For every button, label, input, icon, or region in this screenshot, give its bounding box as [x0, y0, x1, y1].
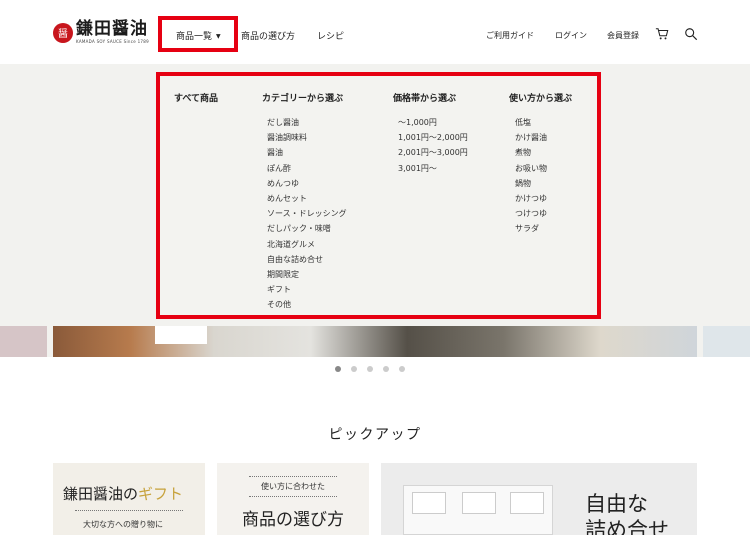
menu-category-list: だし醤油 醤油調味料 醤油 ぽん酢 めんつゆ めんセット ソース・ドレッシング … — [267, 115, 347, 313]
menu-price-item[interactable]: 2,001円〜3,000円 — [398, 145, 468, 160]
brand-subtitle: KAMADA SOY SAUCE Since 1789 — [76, 39, 149, 44]
carousel-dots — [335, 366, 405, 372]
menu-usage-item[interactable]: つけつゆ — [515, 206, 547, 221]
products-mega-menu: すべて商品 カテゴリーから選ぶ だし醤油 醤油調味料 醤油 ぽん酢 めんつゆ め… — [156, 72, 601, 319]
carousel-dot-5[interactable] — [399, 366, 405, 372]
hero-caption-card — [155, 326, 207, 344]
carousel-dot-3[interactable] — [367, 366, 373, 372]
menu-category-item[interactable]: 期間限定 — [267, 267, 347, 282]
pickup-gift-card[interactable]: 鎌田醤油のギフト 大切な方への贈り物に — [53, 463, 205, 535]
divider — [249, 476, 337, 477]
product-package — [412, 492, 446, 514]
menu-usage-item[interactable]: お吸い物 — [515, 161, 547, 176]
hero-prev-slide-image[interactable] — [0, 326, 47, 357]
cart-icon[interactable] — [655, 27, 669, 41]
select-card-kicker: 使い方に合わせた — [261, 482, 325, 491]
menu-category-item[interactable]: その他 — [267, 297, 347, 312]
menu-usage-item[interactable]: サラダ — [515, 221, 547, 236]
site-header: 醤 鎌田醤油 KAMADA SOY SAUCE Since 1789 商品一覧 ▼… — [0, 0, 750, 64]
nav-register[interactable]: 会員登録 — [607, 30, 639, 41]
gift-box-image — [403, 485, 553, 535]
menu-category-item[interactable]: 北海道グルメ — [267, 237, 347, 252]
gift-title: 鎌田醤油のギフト — [63, 483, 183, 504]
nav-select[interactable]: 商品の選び方 — [241, 29, 295, 42]
nav-guide[interactable]: ご利用ガイド — [486, 30, 534, 41]
menu-category-heading: カテゴリーから選ぶ — [262, 94, 344, 104]
menu-category-item[interactable]: ぽん酢 — [267, 161, 347, 176]
pickup-assortment-card[interactable]: 自由な 詰め合せ — [381, 463, 697, 535]
menu-category-item[interactable]: だしパック・味噌 — [267, 221, 347, 236]
chevron-down-icon: ▼ — [216, 33, 221, 40]
pickup-select-card[interactable]: 使い方に合わせた 商品の選び方 — [217, 463, 369, 535]
gift-title-accent: ギフト — [138, 485, 184, 503]
menu-usage-item[interactable]: かけつゆ — [515, 191, 547, 206]
divider — [75, 510, 183, 511]
brand-mark-icon: 醤 — [53, 22, 73, 43]
menu-usage-item[interactable]: 低塩 — [515, 115, 547, 130]
nav-products-label: 商品一覧 — [176, 32, 213, 42]
assortment-title-line2: 詰め合せ — [585, 518, 669, 535]
search-icon[interactable] — [684, 27, 698, 41]
menu-all-products[interactable]: すべて商品 — [174, 91, 218, 104]
menu-category-item[interactable]: ギフト — [267, 282, 347, 297]
menu-price-heading: 価格帯から選ぶ — [393, 94, 457, 104]
menu-category-item[interactable]: 自由な詰め合せ — [267, 252, 347, 267]
menu-price-item[interactable]: 3,001円〜 — [398, 161, 468, 176]
menu-category-item[interactable]: めんセット — [267, 191, 347, 206]
menu-category-item[interactable]: だし醤油 — [267, 115, 347, 130]
brand-name: 鎌田醤油 — [76, 19, 148, 39]
carousel-dot-4[interactable] — [383, 366, 389, 372]
nav-recipe[interactable]: レシピ — [317, 29, 344, 42]
menu-price-item[interactable]: 〜1,000円 — [398, 115, 468, 130]
menu-usage-item[interactable]: 煮物 — [515, 145, 547, 160]
assortment-title: 自由な 詰め合せ — [585, 491, 669, 535]
hero-slide-image[interactable] — [53, 326, 697, 357]
assortment-title-line1: 自由な — [585, 492, 648, 516]
carousel-dot-1[interactable] — [335, 366, 341, 372]
menu-usage-item[interactable]: 鍋物 — [515, 176, 547, 191]
menu-usage-item[interactable]: かけ醤油 — [515, 130, 547, 145]
select-card-title: 商品の選び方 — [242, 510, 344, 530]
nav-login[interactable]: ログイン — [555, 30, 587, 41]
menu-usage-heading: 使い方から選ぶ — [509, 94, 573, 104]
brand-logo[interactable]: 醤 鎌田醤油 KAMADA SOY SAUCE Since 1789 — [53, 21, 149, 44]
gift-subtitle: 大切な方への贈り物に — [83, 520, 163, 529]
menu-price-list: 〜1,000円 1,001円〜2,000円 2,001円〜3,000円 3,00… — [398, 115, 468, 176]
pickup-heading: ピックアップ — [328, 427, 422, 443]
carousel-dot-2[interactable] — [351, 366, 357, 372]
menu-category-item[interactable]: ソース・ドレッシング — [267, 206, 347, 221]
gift-title-main: 鎌田醤油の — [63, 485, 139, 503]
menu-price-item[interactable]: 1,001円〜2,000円 — [398, 130, 468, 145]
menu-usage-list: 低塩 かけ醤油 煮物 お吸い物 鍋物 かけつゆ つけつゆ サラダ — [515, 115, 547, 237]
nav-products[interactable]: 商品一覧 ▼ — [176, 29, 221, 42]
hero-next-slide-image[interactable] — [703, 326, 750, 357]
menu-category-item[interactable]: 醤油調味料 — [267, 130, 347, 145]
menu-category-item[interactable]: 醤油 — [267, 145, 347, 160]
product-package — [462, 492, 496, 514]
product-package — [510, 492, 544, 514]
divider — [249, 496, 337, 497]
menu-category-item[interactable]: めんつゆ — [267, 176, 347, 191]
